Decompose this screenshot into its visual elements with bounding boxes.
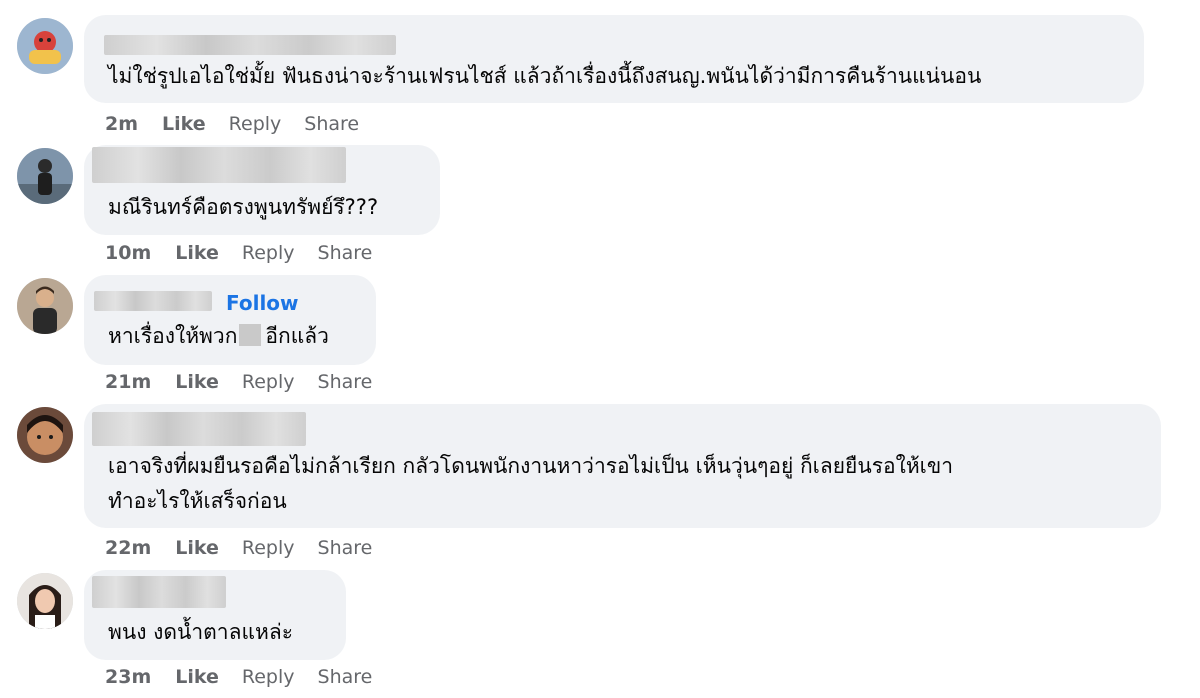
comment-bubble: พนง งดน้ำตาลแหล่ะ [84,570,346,660]
share-button[interactable]: Share [318,664,373,690]
follow-button[interactable]: Follow [226,291,299,315]
comment-text-line-1: เอาจริงที่ผมยืนรอคือไม่กล้าเรียก กลัวโดน… [108,454,954,478]
comment-actions: 23m Like Reply Share [105,664,395,690]
like-button[interactable]: Like [175,664,219,690]
comment-bubble: เอาจริงที่ผมยืนรอคือไม่กล้าเรียก กลัวโดน… [84,404,1161,528]
comment-text: มณีรินทร์คือตรงพูนทรัพย์รึ??? [108,195,379,219]
comment-bubble: ไม่ใช่รูปเอไอใช่มั้ย ฟันธงน่าจะร้านเฟรนไ… [84,15,1144,103]
reply-button[interactable]: Reply [242,369,295,395]
comment-text-part: หาเรื่องให้พวก [108,324,238,348]
timestamp[interactable]: 2m [105,111,138,137]
comment-actions: 21m Like Reply Share [105,369,395,395]
reply-button[interactable]: Reply [229,111,282,137]
reply-button[interactable]: Reply [242,535,295,561]
avatar-image [17,148,73,204]
avatar[interactable] [17,148,73,204]
comment-actions: 22m Like Reply Share [105,535,395,561]
comment-text-line-2: ทำอะไรให้เสร็จก่อน [108,489,287,513]
comment-actions: 10m Like Reply Share [105,240,395,266]
avatar[interactable] [17,407,73,463]
author-name-redacted[interactable] [92,412,306,446]
like-button[interactable]: Like [162,111,206,137]
author-name-redacted[interactable] [92,576,226,608]
share-button[interactable]: Share [318,240,373,266]
timestamp[interactable]: 10m [105,240,151,266]
share-button[interactable]: Share [318,535,373,561]
like-button[interactable]: Like [175,240,219,266]
avatar-image [17,18,73,74]
share-button[interactable]: Share [304,111,359,137]
avatar[interactable] [17,18,73,74]
comment-bubble: มณีรินทร์คือตรงพูนทรัพย์รึ??? [84,145,440,235]
author-name-redacted[interactable] [104,35,396,55]
avatar-image [17,278,73,334]
reply-button[interactable]: Reply [242,664,295,690]
timestamp[interactable]: 21m [105,369,151,395]
author-name-redacted[interactable] [94,291,212,311]
comment-text: ไม่ใช่รูปเอไอใช่มั้ย ฟันธงน่าจะร้านเฟรนไ… [108,64,982,88]
avatar-image [17,407,73,463]
like-button[interactable]: Like [175,535,219,561]
timestamp[interactable]: 22m [105,535,151,561]
author-name-redacted[interactable] [92,147,346,183]
comment-text: หาเรื่องให้พวก อีกแล้ว [108,319,329,353]
comment-actions: 2m Like Reply Share [105,111,382,137]
share-button[interactable]: Share [318,369,373,395]
avatar[interactable] [17,278,73,334]
comment-bubble: Follow หาเรื่องให้พวก อีกแล้ว [84,275,376,365]
like-button[interactable]: Like [175,369,219,395]
redacted-word [239,324,262,346]
avatar[interactable] [17,573,73,629]
comment-text: พนง งดน้ำตาลแหล่ะ [108,620,293,644]
reply-button[interactable]: Reply [242,240,295,266]
avatar-image [17,573,73,629]
comment-text-part: อีกแล้ว [265,324,329,348]
timestamp[interactable]: 23m [105,664,151,690]
